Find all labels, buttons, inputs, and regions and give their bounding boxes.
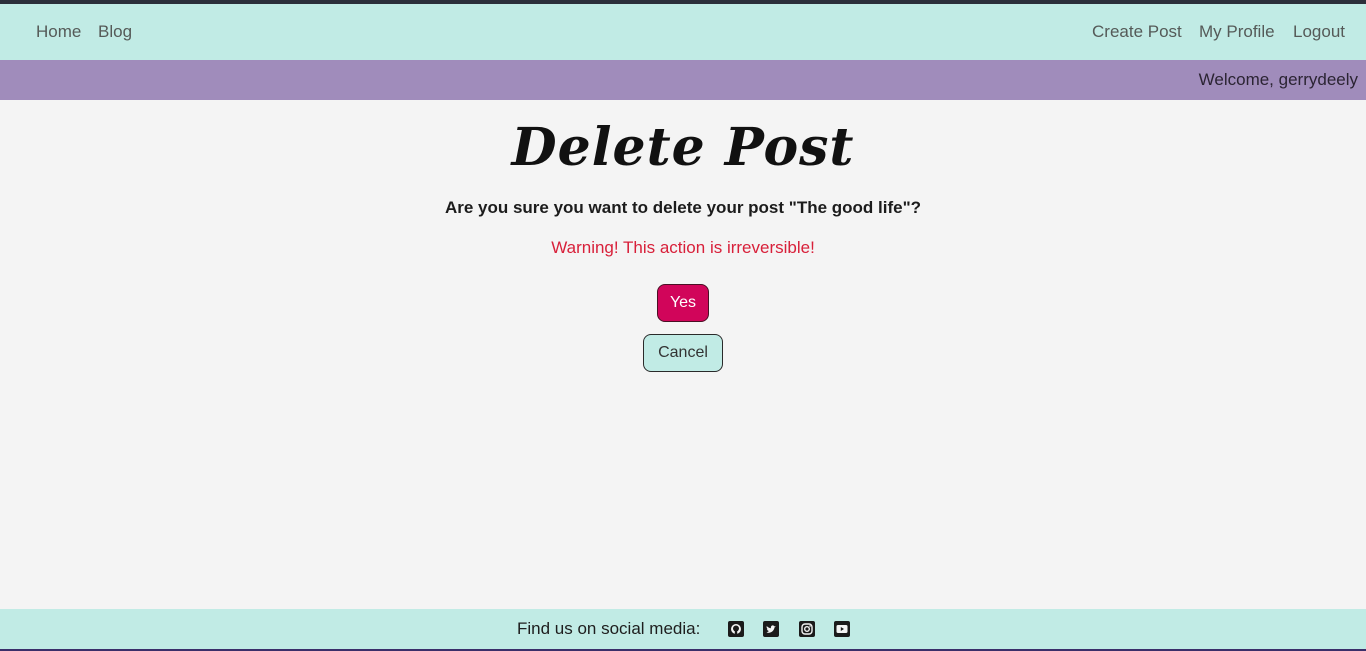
welcome-bar: Welcome, gerrydeely [0, 60, 1366, 100]
welcome-message: Welcome, gerrydeely [1198, 70, 1358, 89]
cancel-button[interactable]: Cancel [643, 334, 723, 372]
social-media-label: Find us on social media: [517, 619, 701, 638]
confirm-delete-button[interactable]: Yes [657, 284, 709, 322]
footer: Find us on social media: [0, 609, 1366, 651]
github-icon[interactable] [728, 621, 744, 637]
instagram-icon[interactable] [799, 621, 815, 637]
page-title: Delete Post [511, 117, 855, 178]
delete-confirmation-question: Are you sure you want to delete your pos… [444, 198, 922, 217]
irreversible-warning: Warning! This action is irreversible! [551, 238, 815, 257]
youtube-icon[interactable] [834, 621, 850, 637]
navbar: Home Blog Create Post My Profile Logout [0, 4, 1366, 60]
nav-logout-link[interactable]: Logout [1293, 4, 1345, 60]
nav-home-link[interactable]: Home [36, 4, 81, 60]
nav-my-profile-link[interactable]: My Profile [1199, 4, 1275, 60]
twitter-icon[interactable] [763, 621, 779, 637]
nav-create-post-link[interactable]: Create Post [1092, 4, 1182, 60]
nav-blog-link[interactable]: Blog [98, 4, 132, 60]
